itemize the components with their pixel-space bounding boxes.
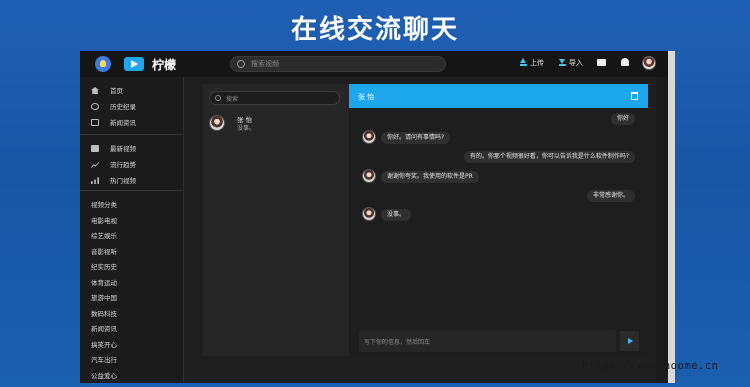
top-bar: 柠檬 搜索视频 上传 导入 [80,51,668,77]
sidebar-item-home[interactable]: 首页 [91,85,123,95]
history-icon [91,103,99,110]
contact-list-panel: 搜索 张 怡 没事。 [203,84,349,356]
app-window: 柠檬 搜索视频 上传 导入 首页 历史纪录 新闻资讯 最新视频 流行趋势 热门视… [80,51,668,383]
bell-icon[interactable] [621,58,629,66]
banner-title: 在线交流聊天 [290,15,459,45]
message-input-placeholder: 写下你的信息，然后回车 [364,339,431,346]
menu-icon[interactable] [95,56,111,72]
sidebar-item-category[interactable]: 新闻资讯 [91,323,117,333]
sidebar-item-category[interactable]: 纪实历史 [91,261,117,271]
message-bubble-outgoing: 你好 [610,113,635,125]
sidebar-item-label: 热门视频 [110,177,136,185]
sidebar-item-hot[interactable]: 热门视频 [91,175,136,185]
sidebar-item-category[interactable]: 旅游中国 [91,292,117,302]
contact-avatar [362,207,376,221]
trend-icon [91,161,99,168]
contact-avatar [362,169,376,183]
search-placeholder: 搜索视频 [251,60,279,68]
sidebar-item-category[interactable]: 音影视听 [91,246,117,256]
sidebar-item-trending[interactable]: 流行趋势 [91,159,136,169]
search-icon [237,60,245,68]
import-label: 导入 [569,59,583,67]
sidebar-item-category[interactable]: 数码科技 [91,308,117,318]
upload-label: 上传 [530,59,544,67]
sidebar-item-category[interactable]: 体育运动 [91,277,117,287]
chat-header: 张 怡 [349,84,648,108]
contact-avatar [209,115,225,131]
sidebar-heading-categories: 视频分类 [91,201,117,209]
message-bubble-outgoing: 非常感谢你。 [586,190,635,202]
watermark-url: https://www.noome.cn [582,360,719,372]
play-logo-icon [124,57,144,71]
sidebar-item-label: 历史纪录 [110,103,136,111]
message-icon[interactable] [597,59,606,66]
message-bubble-incoming: 没事。 [381,209,412,221]
upload-icon [520,58,527,66]
search-input[interactable]: 搜索视频 [230,56,446,72]
sidebar-divider [80,190,183,191]
home-icon [91,87,99,94]
message-bubble-incoming: 你好。请问有事情吗? [381,132,451,144]
send-button[interactable] [620,331,639,351]
message-input[interactable]: 写下你的信息，然后回车 [359,330,616,352]
message-bubble-incoming: 谢谢你夸奖。我使用的软件是PR [381,171,479,183]
contact-avatar [362,130,376,144]
contact-item[interactable]: 张 怡 没事。 [207,112,345,136]
sidebar-item-label: 流行趋势 [110,161,136,169]
contact-search-placeholder: 搜索 [226,96,239,103]
trash-icon[interactable] [631,92,638,100]
import-icon [559,59,566,66]
sidebar-item-history[interactable]: 历史纪录 [91,101,136,111]
upload-button[interactable]: 上传 [520,58,544,68]
video-icon [91,145,99,152]
chat-panel: 张 怡 你好 你好。请问有事情吗? 有的。你那个视频很好看，你可以告诉我是什么软… [349,84,648,356]
sidebar-item-category[interactable]: 搞笑开心 [91,339,117,349]
sidebar-item-news[interactable]: 新闻资讯 [91,117,136,127]
window-edge [668,51,675,383]
sidebar-divider [80,134,183,135]
message-bubble-outgoing: 有的。你那个视频很好看，你可以告诉我是什么软件制作吗? [463,151,635,163]
app-logo-text[interactable]: 柠檬 [152,56,176,73]
news-icon [91,119,99,126]
sidebar-item-latest[interactable]: 最新视频 [91,143,136,153]
contact-last-message: 没事。 [237,125,256,132]
chat-title: 张 怡 [358,93,375,101]
bar-chart-icon [91,177,99,184]
contact-search-input[interactable]: 搜索 [209,91,340,105]
sidebar-item-category[interactable]: 公益爱心 [91,370,117,380]
sidebar-item-category[interactable]: 综艺娱乐 [91,230,117,240]
sidebar-item-label: 首页 [110,87,123,95]
user-avatar[interactable] [642,56,656,70]
sidebar-item-category[interactable]: 电影电视 [91,215,117,225]
scrollbar[interactable] [656,77,668,383]
sidebar-item-label: 新闻资讯 [110,119,136,127]
import-button[interactable]: 导入 [559,58,583,68]
sidebar-item-label: 最新视频 [110,145,136,153]
sidebar: 首页 历史纪录 新闻资讯 最新视频 流行趋势 热门视频 视频分类 电影电视 综艺… [80,77,184,383]
search-icon [215,95,221,101]
sidebar-item-category[interactable]: 汽车出行 [91,354,117,364]
